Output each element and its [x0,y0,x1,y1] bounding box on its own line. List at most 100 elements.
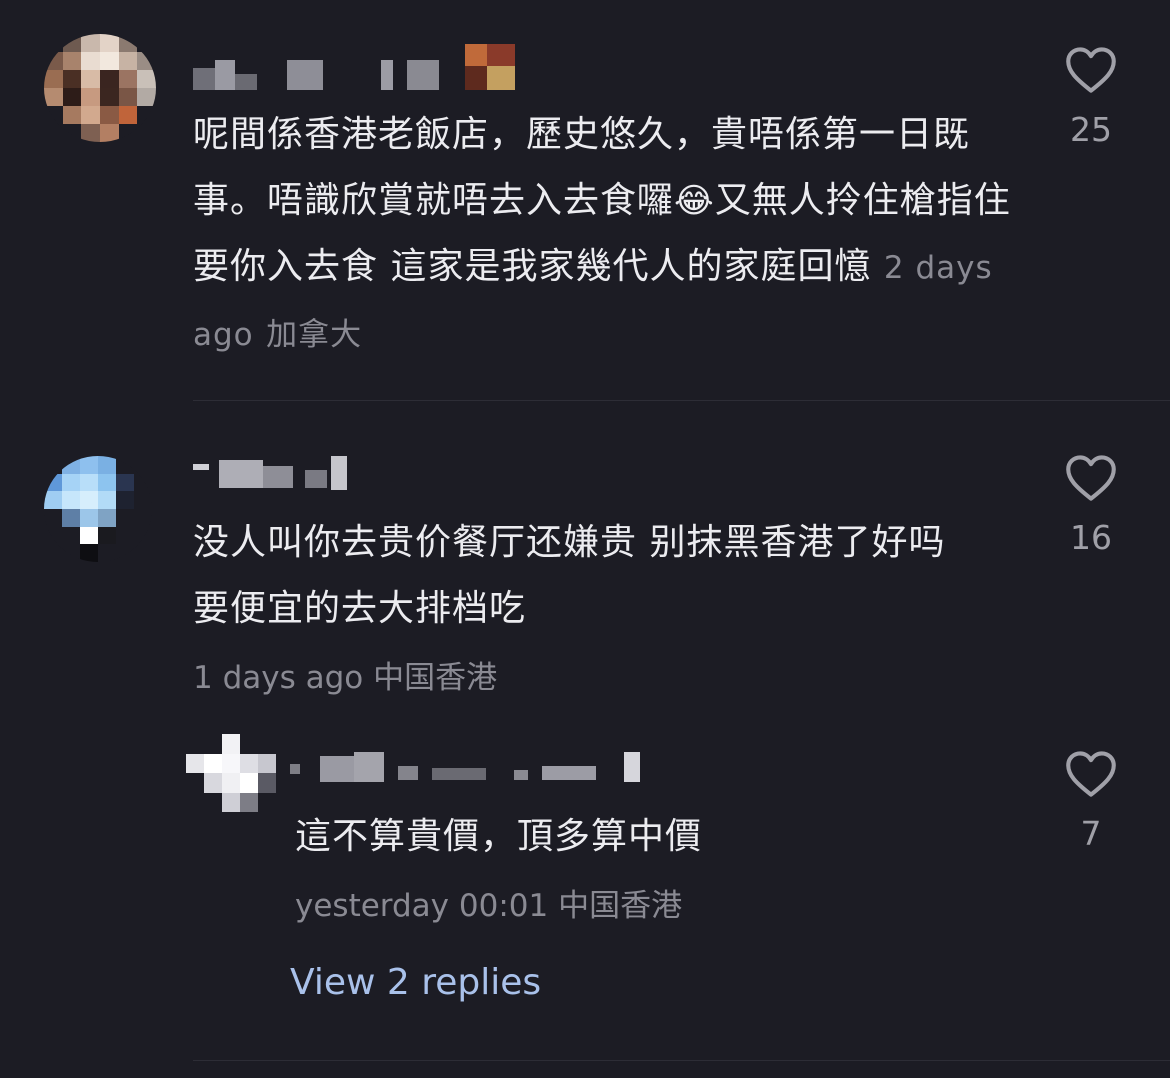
comment-location: 中国香港 [373,660,498,696]
avatar-pixel [134,473,152,492]
avatar-pixel [116,473,134,492]
avatar-pixel [258,773,276,793]
avatar-pixel [62,456,80,474]
avatar-pixel [137,34,156,52]
avatar-pixel [98,456,116,474]
avatar-pixel [204,773,222,793]
username-pixel [465,66,487,90]
username-pixel [193,68,215,90]
username-pixel [432,768,486,780]
avatar-pixel [44,456,62,474]
avatar-pixel [62,526,80,545]
avatar-pixel [186,792,204,812]
comment-text: 呢間係香港老飯店，歷史悠久，貴唔係第一日既事。唔識欣賞就唔去入去食囉😂又無人拎住… [193,114,1011,353]
avatar-pixel [62,473,80,492]
username-pixel [305,470,327,488]
avatar-pixel [118,106,138,124]
reply-time: yesterday 00:01 [295,888,549,924]
avatar-pixel [116,544,134,562]
avatar-pixel [98,526,116,545]
avatar-pixel [44,124,63,142]
username[interactable] [290,752,640,786]
avatar-pixel [134,456,152,474]
like-button[interactable]: 16 [1046,454,1136,557]
avatar-pixel [81,88,100,106]
avatar-pixel [137,106,156,124]
username-pixel [542,766,596,780]
avatar-pixel [99,52,119,70]
avatar-pixel [44,544,62,562]
avatar-pixel [62,491,80,509]
username-pixel [263,466,293,488]
comment-meta: 1 days ago 中国香港 [193,658,497,698]
username-pixel [331,456,347,490]
username-pixel [624,752,640,782]
avatar-pixel [137,70,156,88]
avatar-pixel [80,473,98,492]
avatar-pixel [134,544,152,562]
avatar-pixel [116,526,134,545]
like-button[interactable]: 25 [1046,46,1136,149]
username-pixel [287,60,323,90]
avatar-pixel [99,124,119,142]
reply-location: 中国香港 [558,888,683,924]
avatar-pixel [99,70,119,88]
comment-time: 1 days ago [193,660,364,696]
avatar-pixel [80,544,98,562]
avatar-pixel [240,753,258,773]
avatar-pixel [118,52,138,70]
avatar[interactable] [44,456,152,562]
username-pixel [354,752,384,782]
username-pixel [487,44,515,66]
avatar-pixel [186,734,204,754]
avatar-pixel [81,34,100,52]
view-replies-link[interactable]: View 2 replies [290,962,541,1003]
avatar-pixel [62,88,82,106]
username-pixel [407,60,439,90]
avatar-pixel [258,734,276,754]
avatar-pixel [44,473,62,492]
username[interactable] [193,44,523,92]
username-pixel [514,770,528,780]
username[interactable] [193,456,353,492]
avatar-pixel [204,753,222,773]
avatar-pixel [240,792,258,812]
avatar[interactable] [44,34,156,142]
avatar-pixel [134,491,152,509]
avatar-pixel [44,526,62,545]
avatar-pixel [80,491,98,509]
avatar-pixel [186,753,204,773]
username-pixel [215,60,235,90]
avatar-pixel [116,491,134,509]
reply-meta: yesterday 00:01 中国香港 [295,886,682,926]
avatar-pixel [116,508,134,527]
avatar-pixel [118,70,138,88]
avatar-pixel [81,52,100,70]
avatar[interactable] [186,734,276,812]
username-pixel [320,756,354,782]
comment-location: 加拿大 [266,317,363,353]
avatar-pixel [134,526,152,545]
like-count: 25 [1070,110,1112,149]
avatar-pixel [62,34,82,52]
avatar-pixel [44,106,63,124]
avatar-pixel [137,124,156,142]
avatar-pixel [98,473,116,492]
like-button[interactable]: 7 [1046,750,1136,853]
crying-laughing-emoji-icon: 😂 [674,181,715,221]
avatar-pixel [81,70,100,88]
avatar-pixel [80,526,98,545]
heart-outline-icon [1066,47,1116,93]
avatar-pixel [222,792,240,812]
avatar-pixel [204,792,222,812]
avatar-pixel [116,456,134,474]
avatar-pixel [134,508,152,527]
reply-text: 這不算貴價，頂多算中價 [295,816,703,857]
avatar-pixel [258,792,276,812]
username-pixel [398,766,418,780]
avatar-pixel [44,491,62,509]
avatar-pixel [81,124,100,142]
username-pixel [381,60,393,90]
heart-outline-icon [1066,455,1116,501]
comments-panel: 呢間係香港老飯店，歷史悠久，貴唔係第一日既事。唔識欣賞就唔去入去食囉😂又無人拎住… [0,0,1170,1078]
